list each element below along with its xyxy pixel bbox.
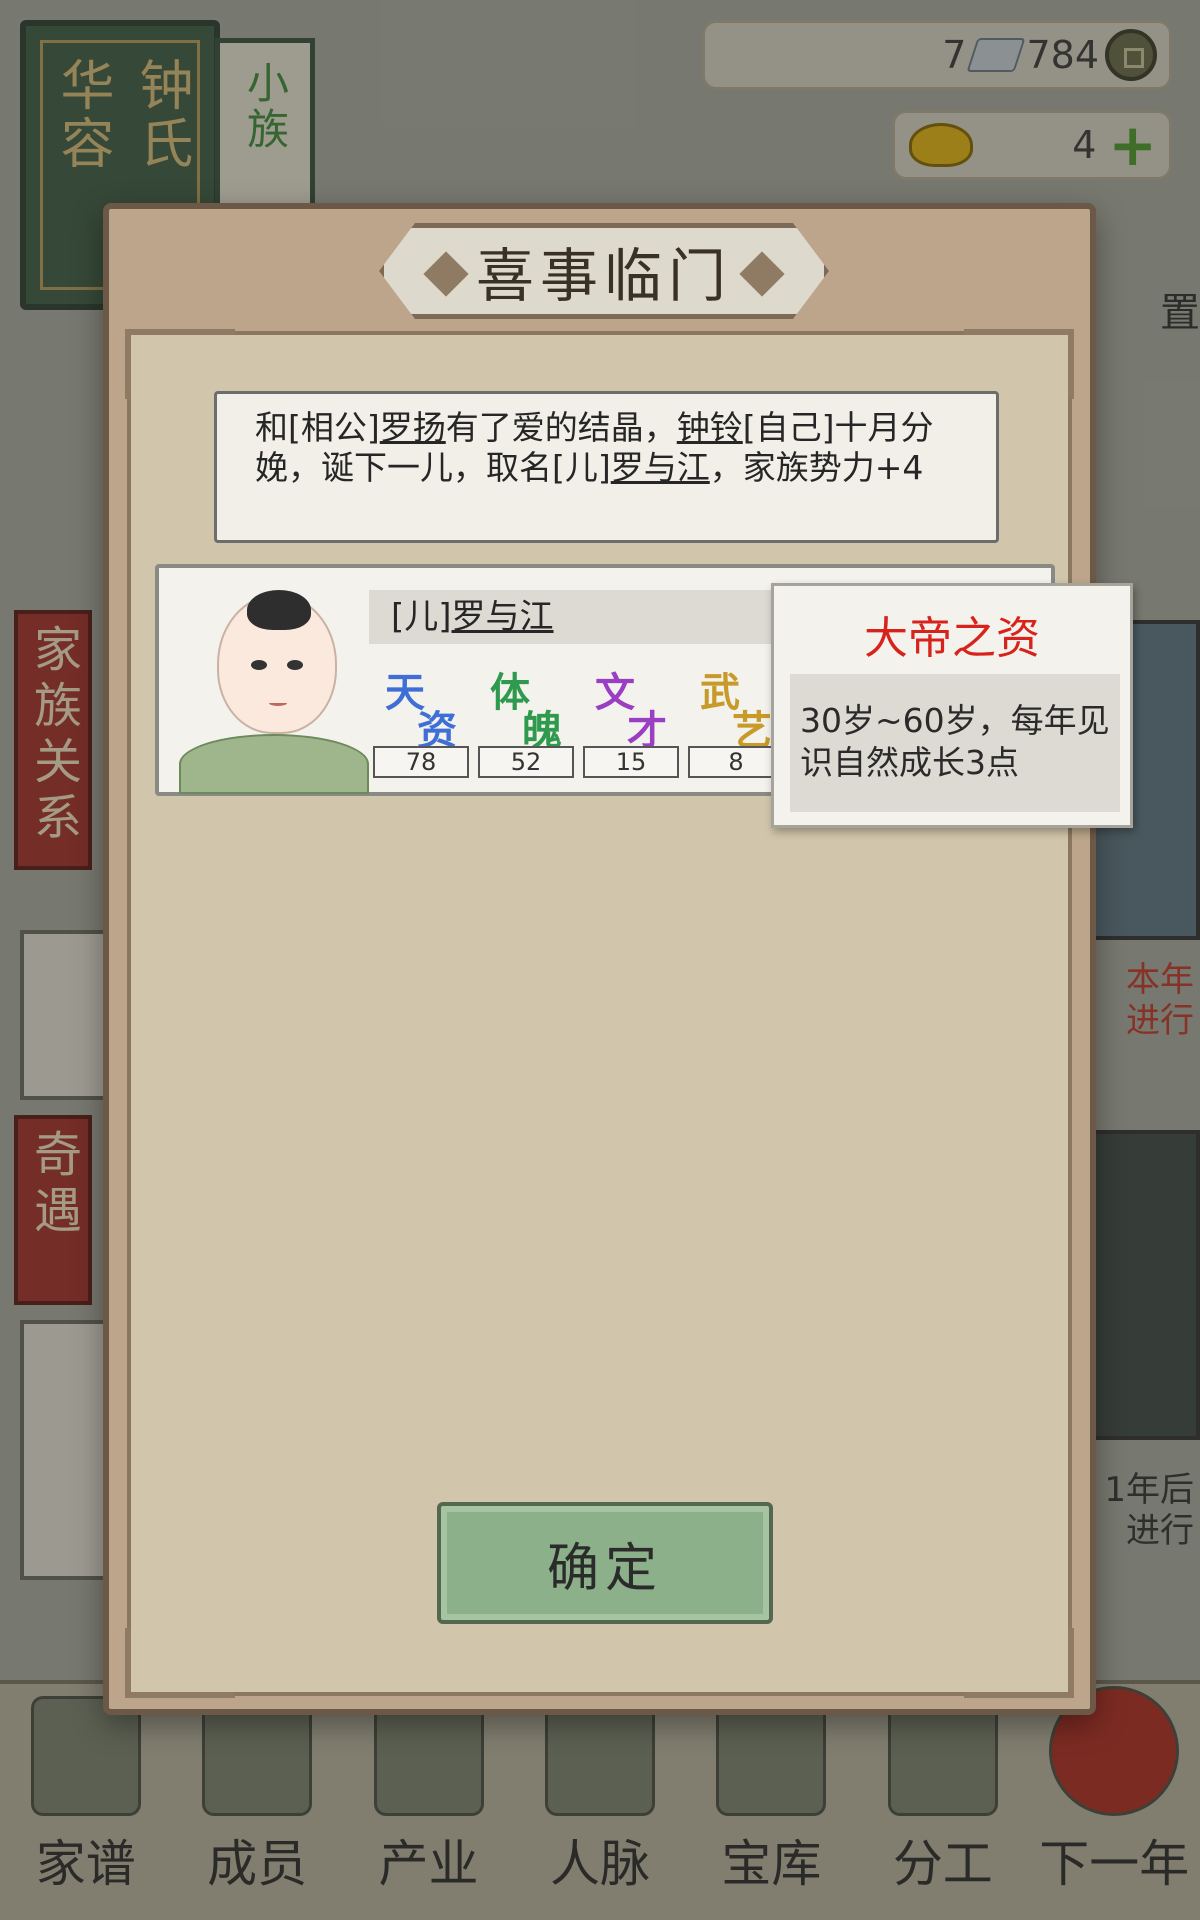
- event-card-right-2-label: 1年后进行: [1104, 1470, 1194, 1551]
- corner-ornament: [964, 1628, 1074, 1698]
- encounter-tab[interactable]: 奇遇: [14, 1115, 92, 1305]
- child-name[interactable]: 罗与江: [452, 597, 554, 637]
- trait-title: 大帝之资: [864, 613, 1040, 664]
- husband-name-link[interactable]: 罗扬: [380, 408, 446, 447]
- event-card-right-1-label: 本年进行: [1126, 960, 1194, 1041]
- diamond-ornament-icon: [739, 251, 785, 297]
- family-relations-label: 家族关系: [25, 624, 81, 848]
- confirm-button[interactable]: 确定: [437, 1502, 773, 1624]
- nav-division[interactable]: 分工: [868, 1686, 1018, 1896]
- trait-description: 30岁~60岁，每年见识自然成长3点: [790, 674, 1120, 812]
- child-name-bar: [儿]罗与江: [369, 590, 789, 644]
- side-card-left-2: [20, 1320, 110, 1580]
- silver-count: 7: [942, 33, 967, 77]
- encounter-label: 奇遇: [25, 1129, 81, 1241]
- stat-literary: 文 才 15: [581, 660, 681, 780]
- bottom-nav: 家谱 成员 产业 人脉 宝库 分工 下一年: [0, 1680, 1200, 1920]
- wife-name-link[interactable]: 钟铃: [677, 408, 743, 447]
- nav-industry[interactable]: 产业: [354, 1686, 504, 1896]
- coin-count: 784: [1026, 33, 1099, 77]
- currency-bar: 7 784: [702, 20, 1172, 90]
- stat-literary-value: 15: [583, 746, 679, 778]
- stat-talent: 天 资 78: [371, 660, 471, 780]
- trait-tooltip: 大帝之资 30岁~60岁，每年见识自然成长3点: [771, 583, 1133, 828]
- nav-treasury[interactable]: 宝库: [696, 1686, 846, 1896]
- settings-label[interactable]: 置: [1160, 280, 1200, 338]
- stat-martial-value: 8: [688, 746, 784, 778]
- add-gold-button[interactable]: +: [1108, 116, 1157, 174]
- nav-genealogy[interactable]: 家谱: [11, 1686, 161, 1896]
- diamond-ornament-icon: [423, 251, 469, 297]
- event-card-right-2[interactable]: [1090, 1130, 1200, 1440]
- corner-ornament: [964, 329, 1074, 399]
- dialog-title-plaque: 喜事临门: [379, 223, 829, 319]
- stat-talent-value: 78: [373, 746, 469, 778]
- corner-ornament: [125, 1628, 235, 1698]
- happy-event-dialog: 喜事临门 和[相公]罗扬有了爱的结晶，钟铃[自己]十月分娩，诞下一儿，取名[儿]…: [103, 203, 1096, 1715]
- dialog-title: 喜事临门: [475, 242, 732, 310]
- small-book[interactable]: 小族: [215, 38, 315, 208]
- gold-bar: 4 +: [892, 110, 1172, 180]
- nav-next-year[interactable]: 下一年: [1039, 1686, 1189, 1896]
- nav-connections[interactable]: 人脉: [525, 1686, 675, 1896]
- child-avatar: [179, 582, 369, 794]
- child-name-link[interactable]: 罗与江: [611, 448, 710, 487]
- gold-count: 4: [1072, 123, 1097, 167]
- nav-members[interactable]: 成员: [182, 1686, 332, 1896]
- family-relations-tab[interactable]: 家族关系: [14, 610, 92, 870]
- stat-physique: 体 魄 52: [476, 660, 576, 780]
- gold-ingot-icon: [909, 123, 973, 167]
- corner-ornament: [125, 329, 235, 399]
- small-book-label: 小族: [240, 61, 290, 153]
- silver-ingot-icon: [966, 38, 1026, 72]
- event-message: 和[相公]罗扬有了爱的结晶，钟铃[自己]十月分娩，诞下一儿，取名[儿]罗与江，家…: [214, 391, 999, 543]
- copper-coin-icon: [1105, 29, 1157, 81]
- side-card-left-1: [20, 930, 110, 1100]
- stat-physique-value: 52: [478, 746, 574, 778]
